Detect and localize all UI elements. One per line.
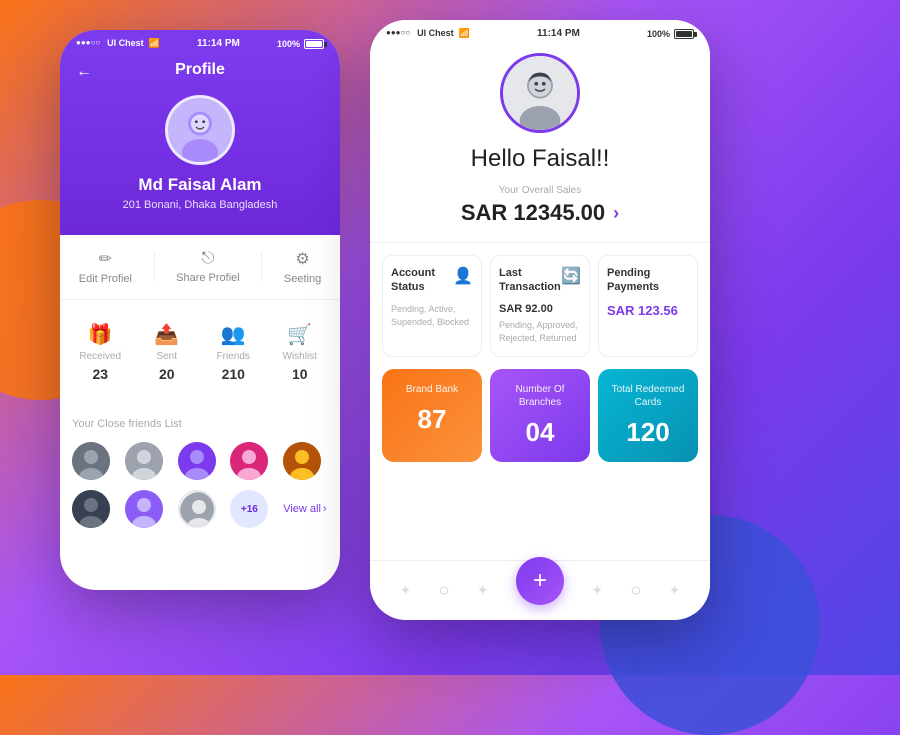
- redeemed-cards-card: Total Redeemed Cards 120: [598, 369, 698, 462]
- settings-icon: ⚙: [295, 249, 309, 269]
- time-right: 11:14 PM: [537, 28, 580, 39]
- received-value: 23: [92, 366, 108, 382]
- brand-bank-label: Brand Bank: [392, 383, 472, 396]
- friends-value: 210: [222, 366, 245, 382]
- settings-label: Seeting: [284, 273, 321, 285]
- pending-payments-card: Pending Payments SAR 123.56: [598, 255, 698, 357]
- wishlist-value: 10: [292, 366, 308, 382]
- right-avatar: [500, 53, 580, 133]
- battery-right: 100%: [647, 29, 694, 39]
- phone-left: ●●●○○ UI Chest 📶 11:14 PM 100% ← Profile: [60, 30, 340, 590]
- friend-5: [283, 442, 321, 480]
- brand-bank-value: 87: [392, 404, 472, 435]
- stat-sent: 📤 Sent 20: [139, 322, 196, 382]
- nav-item-6[interactable]: ✦: [669, 582, 681, 599]
- bottom-nav: ✦ ○ ✦ + ✦ ○ ✦: [370, 560, 710, 615]
- nav-item-1[interactable]: ✦: [400, 582, 412, 599]
- view-all-button[interactable]: View all ›: [283, 503, 328, 515]
- friends-icon: 👥: [221, 322, 246, 347]
- pending-amount: SAR 123.56: [607, 303, 689, 318]
- received-label: Received: [79, 351, 121, 362]
- profile-avatar-left: [165, 95, 235, 165]
- friends-row1: [72, 442, 328, 480]
- nav-item-3[interactable]: ✦: [477, 582, 489, 599]
- friend-1: [72, 442, 110, 480]
- info-cards-row: Account Status 👤 Pending, Active, Supend…: [370, 243, 710, 369]
- branches-value: 04: [500, 417, 580, 448]
- stat-friends: 👥 Friends 210: [205, 322, 262, 382]
- colored-cards-row: Brand Bank 87 Number Of Branches 04 Tota…: [370, 369, 710, 474]
- sales-label: Your Overall Sales: [386, 185, 694, 196]
- friend-6: [72, 490, 110, 528]
- right-header: Hello Faisal!! Your Overall Sales SAR 12…: [370, 43, 710, 243]
- fab-button[interactable]: +: [516, 557, 564, 605]
- friends-title: Your Close friends List: [72, 418, 328, 430]
- gift-icon: 🎁: [88, 322, 113, 347]
- edit-icon: ✏: [99, 249, 112, 269]
- status-dots-right: ●●●○○ UI Chest 📶: [386, 28, 470, 39]
- branches-card: Number Of Branches 04: [490, 369, 590, 462]
- back-button[interactable]: ←: [76, 63, 92, 81]
- friend-more-button[interactable]: +16: [230, 490, 268, 528]
- brand-bank-card: Brand Bank 87: [382, 369, 482, 462]
- greeting-text: Hello Faisal!!: [386, 145, 694, 173]
- right-status-bar: ●●●○○ UI Chest 📶 11:14 PM 100%: [370, 20, 710, 43]
- nav-item-4[interactable]: ✦: [591, 582, 603, 599]
- friend-2: [125, 442, 163, 480]
- friend-4: [230, 442, 268, 480]
- right-phone-content: Hello Faisal!! Your Overall Sales SAR 12…: [370, 43, 710, 615]
- stat-wishlist: 🛒 Wishlist 10: [272, 322, 329, 382]
- stats-grid: 🎁 Received 23 📤 Sent 20 👥 Friends 210 🛒 …: [60, 308, 340, 396]
- phones-wrapper: ●●●○○ UI Chest 📶 11:14 PM 100% ← Profile: [60, 30, 870, 655]
- profile-title: Profile: [76, 53, 324, 95]
- profile-address: 201 Bonani, Dhaka Bangladesh: [76, 199, 324, 211]
- account-status-sub: Pending, Active, Supended, Blocked: [391, 303, 473, 330]
- branches-label: Number Of Branches: [500, 383, 580, 409]
- share-icon: ⎋: [202, 250, 215, 268]
- profile-name: Md Faisal Alam: [76, 175, 324, 195]
- friend-3: [178, 442, 216, 480]
- last-transaction-card: Last Transaction 🔄 SAR 92.00 Pending, Ap…: [490, 255, 590, 357]
- transaction-value: SAR 92.00: [499, 303, 581, 315]
- last-transaction-title: Last Transaction: [499, 266, 561, 295]
- wishlist-label: Wishlist: [283, 351, 317, 362]
- action-row: ✏ Edit Profiel ⎋ Share Profiel ⚙ Seeting: [60, 235, 340, 300]
- nav-item-2[interactable]: ○: [439, 580, 450, 601]
- settings-button[interactable]: ⚙ Seeting: [284, 249, 321, 285]
- sales-arrow[interactable]: ›: [613, 203, 619, 224]
- left-header: ← Profile Md Faisal Alam 201 Bonani, Dha…: [60, 53, 340, 235]
- sent-value: 20: [159, 366, 175, 382]
- stat-received: 🎁 Received 23: [72, 322, 129, 382]
- time-left: 11:14 PM: [197, 38, 240, 49]
- phone-right: ●●●○○ UI Chest 📶 11:14 PM 100%: [370, 20, 710, 620]
- nav-item-5[interactable]: ○: [630, 580, 641, 601]
- friends-label: Friends: [217, 351, 250, 362]
- friend-8: [178, 490, 216, 528]
- friends-section: Your Close friends List: [60, 404, 340, 542]
- pending-title: Pending Payments: [607, 266, 689, 295]
- transaction-icon: 🔄: [561, 266, 581, 286]
- friend-7: [125, 490, 163, 528]
- sent-label: Sent: [156, 351, 177, 362]
- share-profile-button[interactable]: ⎋ Share Profiel: [176, 250, 240, 284]
- sales-amount: SAR 12345.00 ›: [386, 200, 694, 226]
- app-name-right: UI Chest: [417, 28, 454, 39]
- account-icon: 👤: [453, 266, 473, 286]
- edit-label: Edit Profiel: [79, 273, 132, 285]
- transaction-sub: Pending, Approved, Rejected, Returned: [499, 319, 581, 346]
- status-dots-left: ●●●○○ UI Chest 📶: [76, 38, 160, 49]
- left-status-bar: ●●●○○ UI Chest 📶 11:14 PM 100%: [60, 30, 340, 53]
- wishlist-icon: 🛒: [287, 322, 312, 347]
- edit-profile-button[interactable]: ✏ Edit Profiel: [79, 249, 132, 285]
- share-label: Share Profiel: [176, 272, 240, 284]
- battery-left: 100%: [277, 39, 324, 49]
- redeemed-label: Total Redeemed Cards: [608, 383, 688, 409]
- app-name-left: UI Chest: [107, 38, 144, 49]
- redeemed-value: 120: [608, 417, 688, 448]
- account-status-card: Account Status 👤 Pending, Active, Supend…: [382, 255, 482, 357]
- friends-row2: +16 View all ›: [72, 490, 328, 528]
- sent-icon: 📤: [154, 322, 179, 347]
- account-status-title: Account Status: [391, 266, 453, 295]
